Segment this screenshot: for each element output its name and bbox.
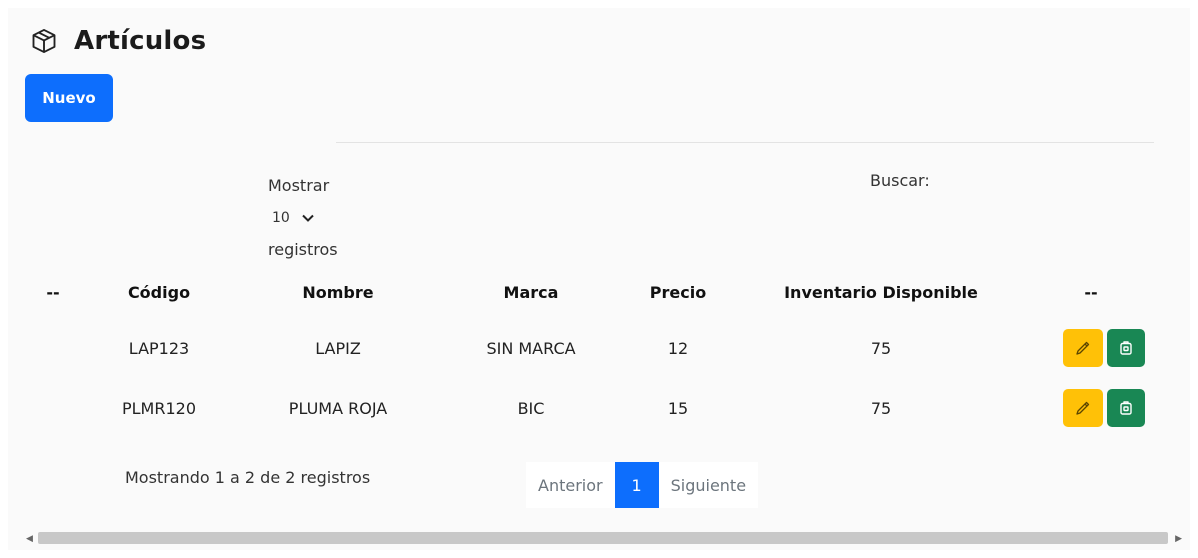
new-article-button[interactable]: Nuevo: [25, 74, 113, 122]
page-title: Artículos: [74, 26, 207, 56]
column-header-name[interactable]: Nombre: [234, 266, 442, 318]
scrollbar-thumb[interactable]: [38, 532, 1168, 544]
column-header-brand[interactable]: Marca: [442, 266, 620, 318]
cell-code: LAP123: [128, 338, 190, 358]
cell-brand: BIC: [517, 398, 545, 418]
table-info: Mostrando 1 a 2 de 2 registros: [125, 468, 371, 487]
length-label-after: registros: [268, 240, 338, 259]
edit-button[interactable]: [1063, 329, 1103, 367]
delete-button[interactable]: [1107, 389, 1145, 427]
search-label: Buscar:: [870, 171, 930, 190]
trash-icon: [1120, 341, 1132, 355]
search-control[interactable]: Buscar:: [870, 170, 930, 192]
table-header-row: -- Código Nombre Marca Precio Inventario…: [22, 266, 1156, 318]
column-header-price[interactable]: Precio: [620, 266, 736, 318]
cell-code: PLMR120: [121, 398, 197, 418]
scroll-right-arrow[interactable]: ▶: [1175, 534, 1182, 544]
edit-button[interactable]: [1063, 389, 1103, 427]
page-length-select[interactable]: 10: [268, 202, 338, 234]
column-header-stock[interactable]: Inventario Disponible: [736, 266, 1026, 318]
table-cell-empty: [22, 378, 84, 438]
cell-actions: [1026, 378, 1156, 438]
table-row: LAP123 LAPIZ SIN MARCA 12 75: [22, 318, 1156, 378]
pagination-page-1[interactable]: 1: [614, 462, 659, 508]
cell-name: PLUMA ROJA: [288, 398, 388, 418]
pencil-icon: [1076, 341, 1090, 355]
cell-price: 12: [667, 338, 689, 358]
page-length-control: Mostrar 10 registros: [268, 170, 338, 266]
column-header-code[interactable]: Código: [84, 266, 234, 318]
horizontal-scrollbar[interactable]: ◀ ▶: [22, 530, 1188, 546]
table-row: PLMR120 PLUMA ROJA BIC 15 75: [22, 378, 1156, 438]
cell-stock: 75: [870, 398, 892, 418]
pagination-previous[interactable]: Anterior: [526, 462, 615, 508]
pagination: Anterior 1 Siguiente: [526, 462, 759, 508]
cell-actions: [1026, 318, 1156, 378]
pencil-icon: [1076, 401, 1090, 415]
pagination-next[interactable]: Siguiente: [658, 462, 759, 508]
length-label-before: Mostrar: [268, 176, 330, 195]
articles-table: -- Código Nombre Marca Precio Inventario…: [22, 266, 1156, 438]
page-length-value: 10: [272, 210, 290, 226]
column-header-select[interactable]: --: [22, 266, 84, 318]
box-icon: [32, 28, 56, 54]
cell-price: 15: [667, 398, 689, 418]
divider: [336, 142, 1154, 143]
delete-button[interactable]: [1107, 329, 1145, 367]
page-header: Artículos: [30, 26, 206, 56]
cell-stock: 75: [870, 338, 892, 358]
cell-name: LAPIZ: [315, 338, 361, 358]
column-header-actions[interactable]: --: [1026, 266, 1156, 318]
cell-brand: SIN MARCA: [486, 338, 576, 358]
scroll-left-arrow[interactable]: ◀: [26, 534, 33, 544]
trash-icon: [1120, 401, 1132, 415]
chevron-down-icon: [302, 214, 314, 222]
table-cell-empty: [22, 318, 84, 378]
